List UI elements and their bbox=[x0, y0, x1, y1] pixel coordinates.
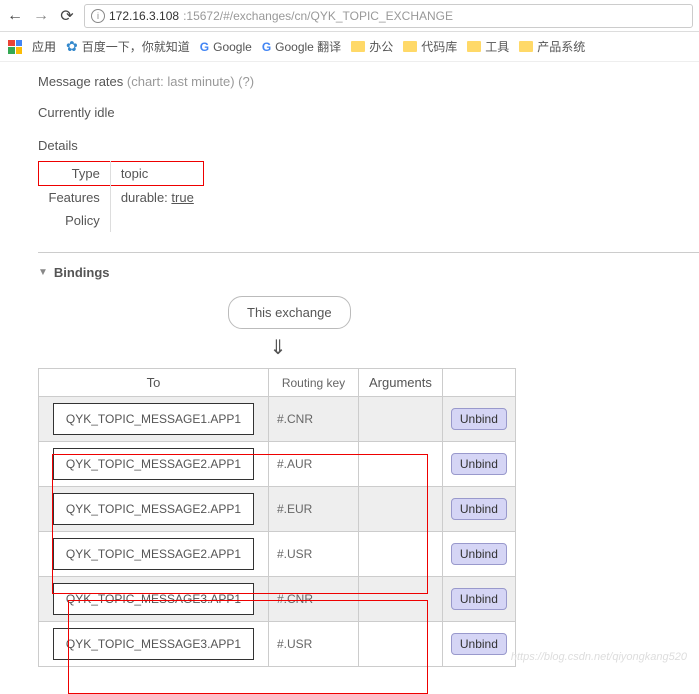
queue-link[interactable]: QYK_TOPIC_MESSAGE3.APP1 bbox=[53, 583, 254, 615]
queue-link[interactable]: QYK_TOPIC_MESSAGE2.APP1 bbox=[53, 493, 254, 525]
unbind-button[interactable]: Unbind bbox=[451, 498, 507, 520]
unbind-button[interactable]: Unbind bbox=[451, 453, 507, 475]
collapse-icon: ▼ bbox=[38, 267, 48, 278]
back-button[interactable]: ← bbox=[6, 7, 24, 25]
details-table: Type topic Features durable: true Policy bbox=[38, 161, 204, 232]
table-row: QYK_TOPIC_MESSAGE3.APP1 #.CNR Unbind bbox=[39, 577, 516, 622]
page-content: Message rates (chart: last minute) (?) C… bbox=[0, 62, 699, 679]
col-arguments: Arguments bbox=[359, 369, 443, 397]
folder-icon bbox=[403, 41, 417, 52]
bindings-table: To Routing key Arguments QYK_TOPIC_MESSA… bbox=[38, 368, 516, 667]
section-divider bbox=[38, 252, 699, 253]
watermark: https://blog.csdn.net/qiyongkang520 bbox=[511, 651, 687, 663]
cell-arguments bbox=[359, 532, 443, 577]
browser-nav-bar: ← → ⟳ i 172.16.3.108 :15672/#/exchanges/c… bbox=[0, 0, 699, 32]
cell-routing-key: #.CNR bbox=[269, 397, 359, 442]
paw-icon: ✿ bbox=[66, 38, 78, 55]
details-label: Details bbox=[38, 138, 699, 153]
bindings-label: Bindings bbox=[54, 265, 110, 280]
cell-action: Unbind bbox=[442, 622, 515, 667]
detail-row-features: Features durable: true bbox=[39, 186, 204, 210]
cell-arguments bbox=[359, 577, 443, 622]
cell-action: Unbind bbox=[442, 487, 515, 532]
translate-icon: G bbox=[262, 40, 271, 54]
bookmark-folder[interactable]: 代码库 bbox=[403, 38, 457, 55]
bookmark-google[interactable]: GGoogle bbox=[200, 40, 252, 54]
bindings-wrapper: To Routing key Arguments QYK_TOPIC_MESSA… bbox=[38, 368, 699, 667]
queue-link[interactable]: QYK_TOPIC_MESSAGE3.APP1 bbox=[53, 628, 254, 660]
bookmarks-bar: 应用 ✿百度一下，你就知道 GGoogle GGoogle 翻译 办公 代码库 … bbox=[0, 32, 699, 62]
table-row: QYK_TOPIC_MESSAGE2.APP1 #.EUR Unbind bbox=[39, 487, 516, 532]
bookmark-google-translate[interactable]: GGoogle 翻译 bbox=[262, 38, 341, 55]
cell-to: QYK_TOPIC_MESSAGE2.APP1 bbox=[39, 532, 269, 577]
table-row: QYK_TOPIC_MESSAGE1.APP1 #.CNR Unbind bbox=[39, 397, 516, 442]
cell-arguments bbox=[359, 487, 443, 532]
detail-features-label: Features bbox=[39, 186, 111, 210]
cell-routing-key: #.CNR bbox=[269, 577, 359, 622]
cell-to: QYK_TOPIC_MESSAGE1.APP1 bbox=[39, 397, 269, 442]
col-action bbox=[442, 369, 515, 397]
cell-action: Unbind bbox=[442, 532, 515, 577]
folder-icon bbox=[519, 41, 533, 52]
queue-link[interactable]: QYK_TOPIC_MESSAGE1.APP1 bbox=[53, 403, 254, 435]
this-exchange-box: This exchange bbox=[228, 296, 351, 329]
message-rates-note: (chart: last minute) (?) bbox=[127, 74, 254, 89]
detail-features-value: durable: true bbox=[110, 186, 204, 210]
cell-arguments bbox=[359, 442, 443, 487]
detail-policy-label: Policy bbox=[39, 209, 111, 232]
detail-type-value: topic bbox=[110, 162, 204, 186]
forward-button[interactable]: → bbox=[32, 7, 50, 25]
google-icon: G bbox=[200, 40, 209, 54]
bookmark-folder[interactable]: 工具 bbox=[467, 38, 509, 55]
cell-to: QYK_TOPIC_MESSAGE3.APP1 bbox=[39, 622, 269, 667]
cell-action: Unbind bbox=[442, 397, 515, 442]
bookmark-folder[interactable]: 办公 bbox=[351, 38, 393, 55]
cell-to: QYK_TOPIC_MESSAGE2.APP1 bbox=[39, 487, 269, 532]
col-to: To bbox=[39, 369, 269, 397]
queue-link[interactable]: QYK_TOPIC_MESSAGE2.APP1 bbox=[53, 538, 254, 570]
detail-type-label: Type bbox=[39, 162, 111, 186]
apps-icon[interactable] bbox=[8, 40, 22, 54]
cell-action: Unbind bbox=[442, 577, 515, 622]
message-rates-label: Message rates bbox=[38, 74, 123, 89]
cell-arguments bbox=[359, 622, 443, 667]
cell-arguments bbox=[359, 397, 443, 442]
queue-link[interactable]: QYK_TOPIC_MESSAGE2.APP1 bbox=[53, 448, 254, 480]
message-rates-line: Message rates (chart: last minute) (?) bbox=[38, 74, 699, 89]
address-bar[interactable]: i 172.16.3.108 :15672/#/exchanges/cn/QYK_… bbox=[84, 4, 693, 28]
unbind-button[interactable]: Unbind bbox=[451, 633, 507, 655]
site-info-icon[interactable]: i bbox=[91, 9, 105, 23]
table-row: QYK_TOPIC_MESSAGE2.APP1 #.AUR Unbind bbox=[39, 442, 516, 487]
cell-routing-key: #.USR bbox=[269, 532, 359, 577]
bindings-header[interactable]: ▼ Bindings bbox=[38, 265, 699, 280]
folder-icon bbox=[351, 41, 365, 52]
cell-routing-key: #.AUR bbox=[269, 442, 359, 487]
unbind-button[interactable]: Unbind bbox=[451, 408, 507, 430]
cell-routing-key: #.EUR bbox=[269, 487, 359, 532]
cell-routing-key: #.USR bbox=[269, 622, 359, 667]
cell-to: QYK_TOPIC_MESSAGE2.APP1 bbox=[39, 442, 269, 487]
idle-status: Currently idle bbox=[38, 105, 699, 120]
reload-button[interactable]: ⟳ bbox=[58, 7, 76, 25]
detail-row-policy: Policy bbox=[39, 209, 204, 232]
unbind-button[interactable]: Unbind bbox=[451, 588, 507, 610]
url-host: 172.16.3.108 bbox=[109, 9, 179, 23]
unbind-button[interactable]: Unbind bbox=[451, 543, 507, 565]
cell-to: QYK_TOPIC_MESSAGE3.APP1 bbox=[39, 577, 269, 622]
bookmark-folder[interactable]: 产品系统 bbox=[519, 38, 585, 55]
bookmark-baidu[interactable]: ✿百度一下，你就知道 bbox=[66, 38, 190, 55]
col-routing-key: Routing key bbox=[269, 369, 359, 397]
folder-icon bbox=[467, 41, 481, 52]
bindings-header-row: To Routing key Arguments bbox=[39, 369, 516, 397]
arrow-down-icon: ⇓ bbox=[268, 335, 288, 360]
cell-action: Unbind bbox=[442, 442, 515, 487]
table-row: QYK_TOPIC_MESSAGE2.APP1 #.USR Unbind bbox=[39, 532, 516, 577]
url-path: :15672/#/exchanges/cn/QYK_TOPIC_EXCHANGE bbox=[183, 9, 453, 23]
apps-label[interactable]: 应用 bbox=[32, 38, 56, 55]
table-row: QYK_TOPIC_MESSAGE3.APP1 #.USR Unbind bbox=[39, 622, 516, 667]
detail-policy-value bbox=[110, 209, 204, 232]
detail-row-type: Type topic bbox=[39, 162, 204, 186]
